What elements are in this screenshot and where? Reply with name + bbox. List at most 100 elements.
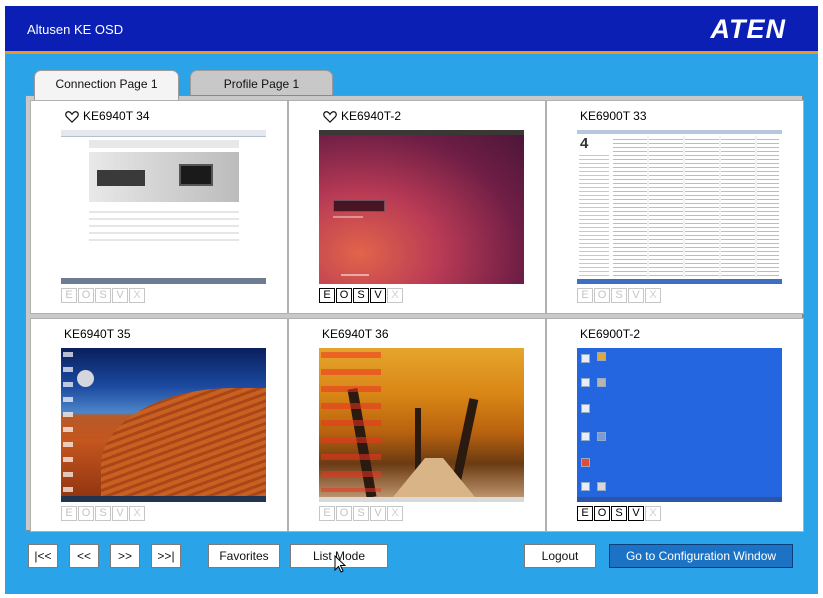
occupy-button[interactable]: O [594, 506, 610, 521]
port-tile: KE6940T 34 E O S V X [30, 100, 288, 314]
favorite-heart-icon [65, 110, 79, 123]
exclusive-button[interactable]: E [577, 288, 593, 303]
view-only-button[interactable]: V [628, 288, 644, 303]
desktop-icon [581, 354, 590, 363]
desktop-icon [597, 482, 606, 491]
exclusive-button[interactable]: E [577, 506, 593, 521]
close-button[interactable]: X [129, 288, 145, 303]
desktop-icons [63, 352, 73, 492]
taskbar [61, 278, 266, 284]
port-name-label: KE6900T 33 [580, 109, 647, 123]
port-screen-thumbnail[interactable]: 4 [577, 130, 782, 284]
port-name: KE6940T 34 [65, 109, 150, 123]
port-name-label: KE6940T 34 [83, 109, 150, 123]
taskbar [61, 496, 266, 502]
port-action-buttons: E O S V X [319, 288, 404, 303]
share-button[interactable]: S [353, 288, 369, 303]
exclusive-button[interactable]: E [319, 288, 335, 303]
share-button[interactable]: S [353, 506, 369, 521]
close-button[interactable]: X [129, 506, 145, 521]
port-action-buttons: E O S V X [577, 506, 662, 521]
share-button[interactable]: S [95, 288, 111, 303]
desktop-icon [581, 404, 590, 413]
close-button[interactable]: X [645, 288, 661, 303]
favorite-heart-icon [323, 110, 337, 123]
port-tile: KE6940T-2 E O S V X [288, 100, 546, 314]
exclusive-button[interactable]: E [61, 288, 77, 303]
port-name-label: KE6940T 36 [322, 327, 389, 341]
desktop-icons [321, 352, 381, 492]
mouse-cursor-icon [334, 555, 346, 573]
port-name: KE6900T-2 [580, 327, 640, 341]
taskbar [577, 279, 782, 284]
occupy-button[interactable]: O [336, 506, 352, 521]
os-brand-mark [341, 274, 369, 276]
tab-profile-page-1[interactable]: Profile Page 1 [190, 70, 333, 98]
exclusive-button[interactable]: E [319, 506, 335, 521]
share-button[interactable]: S [611, 288, 627, 303]
configuration-window-button[interactable]: Go to Configuration Window [609, 544, 793, 568]
header-bar: Altusen KE OSD ATEN [5, 6, 818, 54]
port-grid-panel: KE6940T 34 E O S V X KE6940T-2 E O S V X… [25, 95, 804, 532]
osd-window: Altusen KE OSD ATEN Connection Page 1 Pr… [5, 6, 818, 594]
previous-page-button[interactable]: << [69, 544, 99, 568]
port-screen-thumbnail[interactable] [577, 348, 782, 502]
desktop-icon [597, 352, 606, 361]
top-panel [319, 130, 524, 135]
file-list [613, 136, 779, 278]
port-name-label: KE6940T-2 [341, 109, 402, 123]
folder-tree [579, 152, 609, 278]
port-tile: KE6900T 33 4 E O S V X [546, 100, 804, 314]
taskbar [577, 497, 782, 502]
sand-dune [101, 388, 266, 502]
first-page-button[interactable]: |<< [28, 544, 58, 568]
exclusive-button[interactable]: E [61, 506, 77, 521]
port-screen-thumbnail[interactable] [61, 348, 266, 502]
occupy-button[interactable]: O [336, 288, 352, 303]
site-content [89, 206, 239, 246]
port-screen-thumbnail[interactable] [61, 130, 266, 284]
view-only-button[interactable]: V [370, 506, 386, 521]
desktop-icon [581, 458, 590, 467]
occupy-button[interactable]: O [594, 288, 610, 303]
share-button[interactable]: S [611, 506, 627, 521]
port-action-buttons: E O S V X [61, 506, 146, 521]
last-page-button[interactable]: >>| [151, 544, 181, 568]
view-only-button[interactable]: V [112, 506, 128, 521]
close-button[interactable]: X [645, 506, 661, 521]
port-screen-thumbnail[interactable] [319, 348, 524, 502]
tab-connection-page-1[interactable]: Connection Page 1 [34, 70, 179, 100]
close-button[interactable]: X [387, 288, 403, 303]
view-only-button[interactable]: V [370, 288, 386, 303]
taskbar [319, 497, 524, 502]
view-only-button[interactable]: V [628, 506, 644, 521]
port-tile: KE6940T 36 E O S V X [288, 318, 546, 532]
occupy-button[interactable]: O [78, 288, 94, 303]
view-only-button[interactable]: V [112, 288, 128, 303]
moon [77, 370, 94, 387]
occupy-button[interactable]: O [78, 506, 94, 521]
next-page-button[interactable]: >> [110, 544, 140, 568]
port-screen-thumbnail[interactable] [319, 130, 524, 284]
forest-path [389, 458, 479, 502]
folder-glyph: 4 [580, 135, 589, 152]
logout-button[interactable]: Logout [524, 544, 596, 568]
desktop-icon [581, 482, 590, 491]
port-name: KE6940T 35 [64, 327, 131, 341]
login-caption [333, 216, 363, 218]
port-name: KE6940T-2 [323, 109, 401, 123]
desktop-icon [581, 378, 590, 387]
login-box [333, 200, 385, 212]
site-nav [89, 140, 239, 148]
window-title: Altusen KE OSD [27, 22, 124, 37]
site-banner [89, 152, 239, 202]
port-action-buttons: E O S V X [577, 288, 662, 303]
port-name-label: KE6940T 35 [64, 327, 131, 341]
aten-logo: ATEN [710, 14, 786, 44]
close-button[interactable]: X [387, 506, 403, 521]
port-tile: KE6940T 35 E O S V X [30, 318, 288, 532]
share-button[interactable]: S [95, 506, 111, 521]
desktop-icon [581, 432, 590, 441]
favorites-button[interactable]: Favorites [208, 544, 280, 568]
port-name: KE6900T 33 [580, 109, 647, 123]
